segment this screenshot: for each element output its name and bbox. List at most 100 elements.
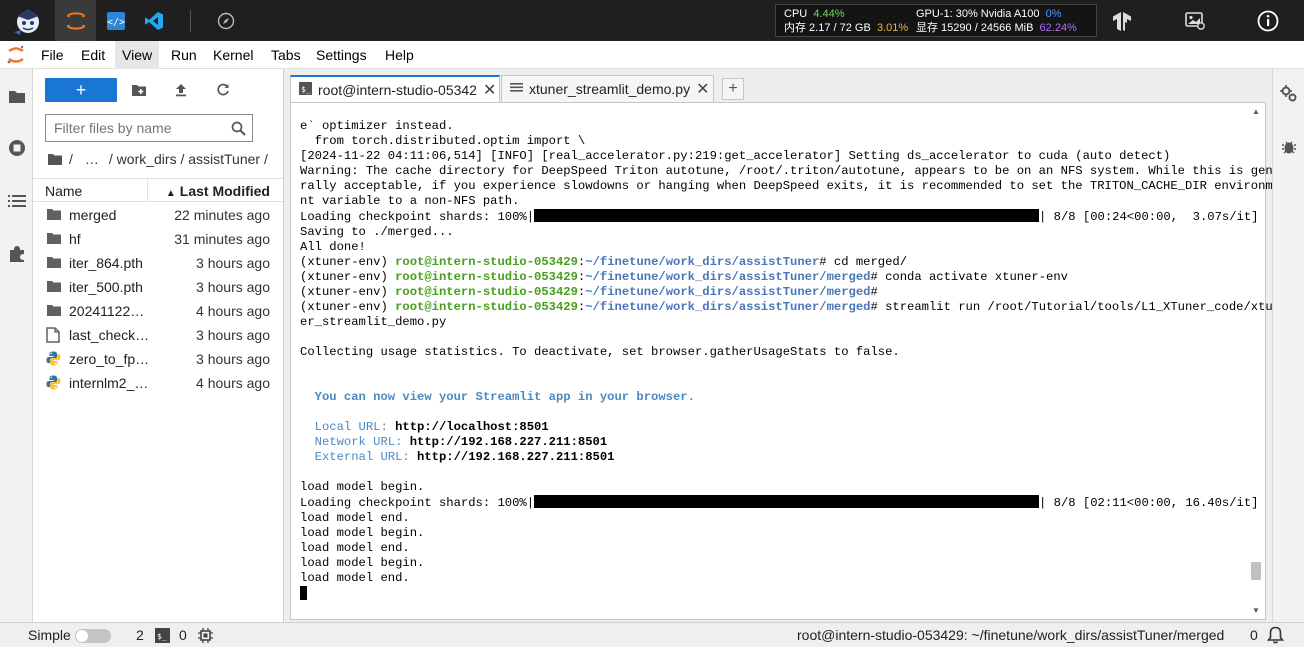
network-url-link[interactable]: http://192.168.227.211:8501 (410, 435, 607, 449)
file-modified: 3 hours ago (196, 351, 270, 367)
file-modified: 4 hours ago (196, 375, 270, 391)
extension-manager-icon[interactable] (0, 237, 33, 271)
code-server-button[interactable]: </> (100, 0, 132, 41)
info-icon[interactable] (1248, 0, 1288, 41)
vram-label: 显存 15290 / 24566 MiB (916, 22, 1034, 34)
breadcrumb-ellipsis[interactable]: … (85, 151, 99, 167)
terminal-line: nt variable to a non-NFS path. (300, 194, 520, 208)
prompt-env: (xtuner-env) (300, 255, 396, 269)
menu-file[interactable]: File (34, 41, 71, 69)
image-settings-icon[interactable] (1175, 0, 1215, 41)
menu-kernel[interactable]: Kernel (206, 41, 260, 69)
svg-text:</>: </> (107, 17, 125, 28)
file-modified: 3 hours ago (196, 255, 270, 271)
kernel-count[interactable]: 0 (179, 627, 187, 643)
terminal-count[interactable]: 2 (136, 627, 144, 643)
menu-tabs[interactable]: Tabs (264, 41, 308, 69)
new-launcher-button[interactable]: + (45, 78, 117, 102)
folder-icon (46, 207, 62, 223)
vscode-icon[interactable] (138, 0, 170, 41)
vram-value: 62.24% (1039, 22, 1077, 34)
prompt-command: # cd merged/ (819, 255, 908, 269)
new-folder-icon[interactable] (125, 78, 153, 102)
file-name: hf (69, 231, 81, 247)
prompt-command: # conda activate xtuner-env (870, 270, 1068, 284)
svg-text:$_: $_ (157, 632, 167, 641)
compass-icon[interactable] (210, 0, 242, 41)
file-row[interactable]: 20241122… 4 hours ago (33, 299, 283, 323)
file-name: merged (69, 207, 117, 223)
debugger-icon[interactable] (1273, 130, 1304, 164)
menu-view[interactable]: View (115, 41, 160, 69)
scroll-up-icon[interactable]: ▲ (1252, 107, 1260, 116)
terminal-line: load model end. (300, 541, 410, 555)
column-modified-header[interactable]: ▲ Last Modified (166, 183, 270, 199)
prompt-env: (xtuner-env) (300, 270, 396, 284)
column-divider[interactable] (147, 179, 148, 201)
terminal-line: Saving to ./merged... (300, 225, 454, 239)
column-name-header[interactable]: Name (45, 183, 82, 199)
tab-python-file-label: xtuner_streamlit_demo.py (529, 81, 691, 97)
file-row[interactable]: merged 22 minutes ago (33, 203, 283, 227)
file-row[interactable]: hf 31 minutes ago (33, 227, 283, 251)
file-browser-panel: + / … / work_dirs / assistTuner / Name ▲… (33, 69, 284, 622)
kernel-status-icon[interactable] (198, 628, 213, 646)
breadcrumb-path[interactable]: / work_dirs / assistTuner / (109, 151, 268, 167)
python-icon (46, 351, 62, 367)
close-icon[interactable]: ✕ (696, 79, 709, 99)
terminal-path-status: root@intern-studio-053429: ~/finetune/wo… (797, 627, 1225, 643)
menu-bar: File Edit View Run Kernel Tabs Settings … (0, 41, 1304, 69)
network-url-label: Network URL: (300, 435, 410, 449)
property-inspector-icon[interactable] (1273, 77, 1304, 111)
top-bar: </> CPU 4.44% 内存 2.17 / 72 GB 3.01% GPU-… (0, 0, 1304, 41)
menu-help[interactable]: Help (378, 41, 421, 69)
intern-studio-logo-icon[interactable] (8, 0, 48, 41)
file-row[interactable]: internlm2_… 4 hours ago (33, 371, 283, 395)
tensorflow-icon[interactable] (1102, 0, 1142, 41)
folder-icon[interactable] (47, 153, 63, 166)
terminal-line: Warning: The cache directory for DeepSpe… (300, 164, 1281, 178)
file-browser-tab-icon[interactable] (0, 79, 33, 113)
file-row[interactable]: last_check… 3 hours ago (33, 323, 283, 347)
sort-caret-icon: ▲ (165, 188, 176, 199)
tab-python-file[interactable]: xtuner_streamlit_demo.py ✕ (501, 75, 714, 102)
tab-terminal[interactable]: $_ root@intern-studio-05342 ✕ (290, 75, 500, 103)
terminal-panel[interactable]: e` optimizer instead. from torch.distrib… (290, 102, 1280, 620)
file-filter-input[interactable] (46, 120, 224, 136)
file-row[interactable]: iter_864.pth 3 hours ago (33, 251, 283, 275)
terminal-line: er_streamlit_demo.py (300, 315, 447, 329)
table-of-contents-icon[interactable] (0, 184, 33, 218)
terminal-line: load model begin. (300, 526, 425, 540)
add-tab-button[interactable]: + (722, 78, 744, 100)
terminal-status-icon[interactable]: $_ (155, 628, 170, 646)
close-icon[interactable]: ✕ (483, 80, 496, 100)
upload-icon[interactable] (167, 78, 195, 102)
menu-run[interactable]: Run (164, 41, 204, 69)
refresh-icon[interactable] (209, 78, 237, 102)
prompt-user: root@intern-studio-053429 (395, 285, 578, 299)
scrollbar-thumb[interactable] (1251, 562, 1261, 580)
terminal-scrollbar[interactable]: ▲ ▼ (1250, 107, 1261, 615)
right-sidebar-rail (1272, 69, 1304, 622)
breadcrumb-root[interactable]: / (69, 151, 73, 167)
prompt-user: root@intern-studio-053429 (395, 270, 578, 284)
mem-value: 3.01% (876, 22, 909, 34)
simple-mode-toggle[interactable] (75, 629, 111, 643)
prompt-path: ~/finetune/work_dirs/assistTuner/merged (585, 270, 871, 284)
local-url-link[interactable]: http://localhost:8501 (395, 420, 549, 434)
menu-settings[interactable]: Settings (309, 41, 374, 69)
gpu-stats: GPU-1: 30% Nvidia A100 0% 显存 15290 / 245… (916, 7, 1077, 35)
file-row[interactable]: iter_500.pth 3 hours ago (33, 275, 283, 299)
notification-count[interactable]: 0 (1250, 627, 1258, 643)
running-sessions-icon[interactable] (0, 131, 33, 165)
external-url-link[interactable]: http://192.168.227.211:8501 (417, 450, 614, 464)
jupyter-app-button[interactable] (55, 0, 96, 41)
cpu-mem-stats: CPU 4.44% 内存 2.17 / 72 GB 3.01% (784, 7, 908, 35)
scroll-down-icon[interactable]: ▼ (1252, 606, 1260, 615)
file-name: internlm2_… (69, 375, 149, 391)
file-row[interactable]: zero_to_fp… 3 hours ago (33, 347, 283, 371)
bell-icon[interactable] (1266, 626, 1285, 647)
file-name: iter_864.pth (69, 255, 143, 271)
toggle-knob (76, 630, 88, 642)
menu-edit[interactable]: Edit (74, 41, 112, 69)
